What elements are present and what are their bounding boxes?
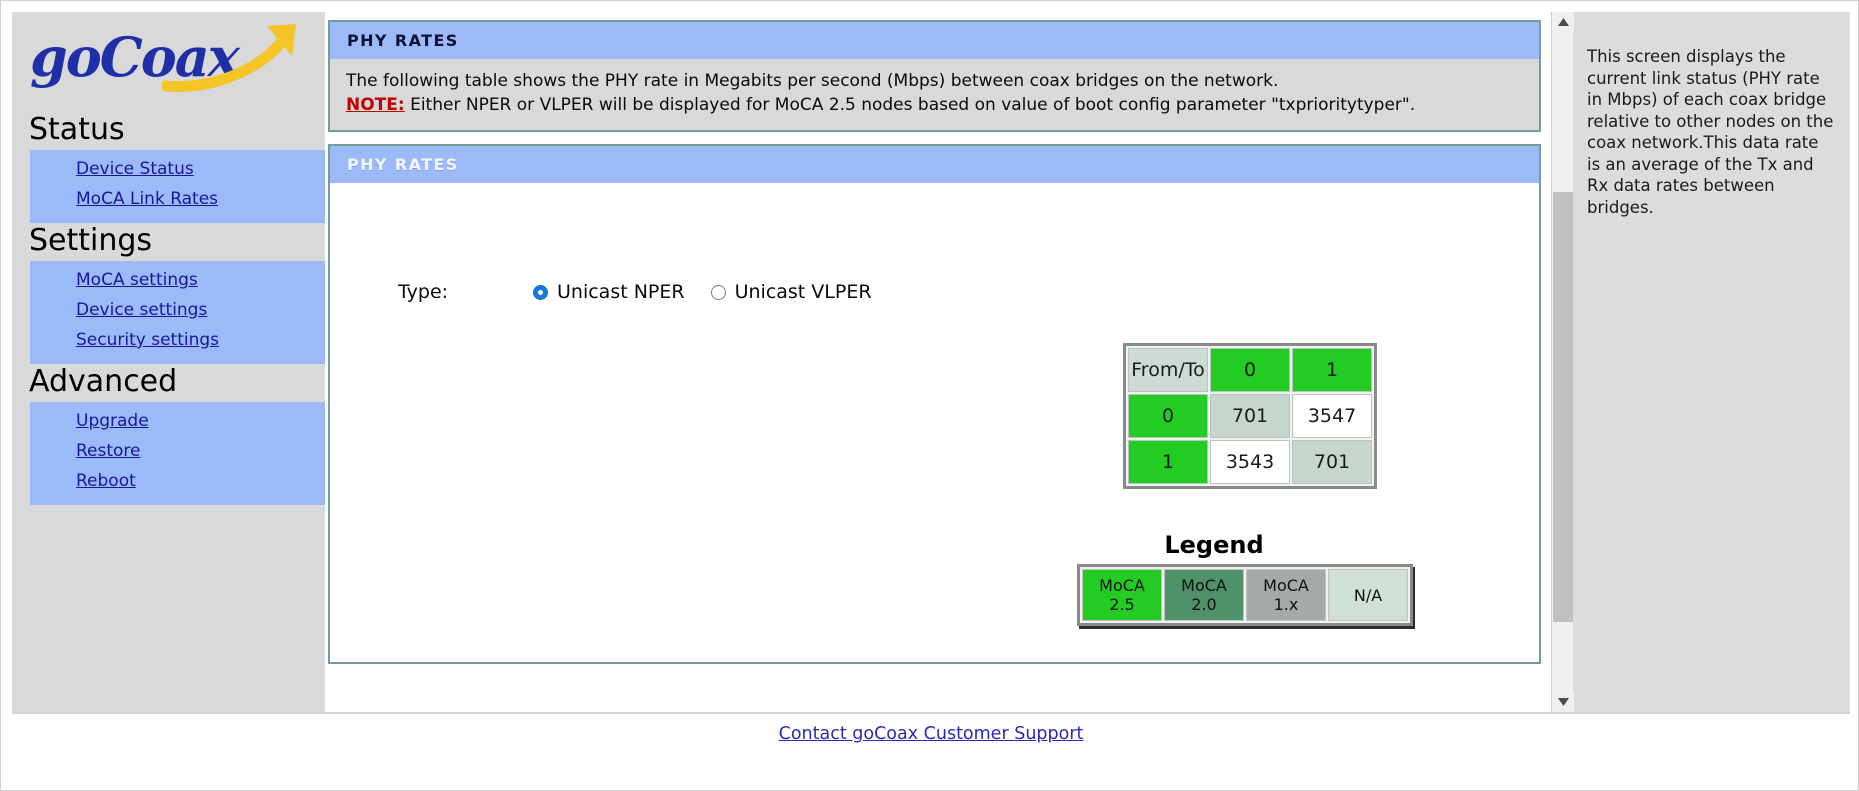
info-panel-body: The following table shows the PHY rate i… <box>330 59 1539 130</box>
scroll-up-button[interactable] <box>1552 12 1574 32</box>
brand-logo-text: goCoax <box>30 25 240 89</box>
rates-panel-body: Type: Unicast NPER Unicast VLPER From/To… <box>330 183 1539 661</box>
sidebar-item-device-settings[interactable]: Device settings <box>30 296 325 326</box>
info-panel: PHY RATES The following table shows the … <box>328 20 1541 132</box>
scrollbar-thumb[interactable] <box>1553 192 1573 622</box>
info-note-line: NOTE: Either NPER or VLPER will be displ… <box>346 93 1523 117</box>
scroll-down-button[interactable] <box>1552 692 1574 712</box>
info-line-1: The following table shows the PHY rate i… <box>346 71 1279 91</box>
matrix-row-header-0: 0 <box>1128 394 1208 438</box>
sidebar-section-settings: Settings <box>12 223 325 261</box>
rates-panel: PHY RATES Type: Unicast NPER Unicast VLP… <box>328 144 1541 664</box>
phy-rates-matrix: From/To 0 1 0 701 3547 1 3543 701 <box>1123 343 1377 489</box>
note-label: NOTE: <box>346 95 405 115</box>
help-text: This screen displays the current link st… <box>1587 47 1834 217</box>
sidebar-item-moca-link-rates[interactable]: MoCA Link Rates <box>30 185 325 215</box>
sidebar-item-reboot[interactable]: Reboot <box>30 467 325 497</box>
sidebar: goCoax Status Device Status MoCA Link Ra… <box>12 12 325 712</box>
table-row: 0 701 3547 <box>1128 394 1372 438</box>
rates-panel-title: PHY RATES <box>330 146 1539 183</box>
legend-item-moca-1x-line2: 1.x <box>1273 595 1299 614</box>
matrix-cell-0-1: 3547 <box>1292 394 1372 438</box>
radio-unicast-vlper[interactable]: Unicast VLPER <box>710 281 872 303</box>
main-content: PHY RATES The following table shows the … <box>325 12 1551 712</box>
sidebar-item-device-status[interactable]: Device Status <box>30 155 325 185</box>
legend-table: MoCA 2.5 MoCA 2.0 MoCA 1.x N/A <box>1077 564 1413 626</box>
triangle-down-icon <box>1557 698 1569 706</box>
legend-item-moca-20-line2: 2.0 <box>1191 595 1217 614</box>
triangle-up-icon <box>1557 18 1569 26</box>
sidebar-item-upgrade[interactable]: Upgrade <box>30 407 325 437</box>
sidebar-item-security-settings[interactable]: Security settings <box>30 326 325 356</box>
legend-item-na: N/A <box>1328 569 1408 621</box>
legend-item-moca-20-line1: MoCA <box>1181 576 1227 595</box>
vertical-scrollbar[interactable] <box>1551 12 1574 712</box>
radio-unicast-nper-label: Unicast NPER <box>557 281 685 303</box>
table-row-header: From/To 0 1 <box>1128 348 1372 392</box>
matrix-cell-1-0: 3543 <box>1210 440 1290 484</box>
sidebar-section-status: Status <box>12 112 325 150</box>
app-shell: goCoax Status Device Status MoCA Link Ra… <box>12 12 1850 713</box>
sidebar-item-restore[interactable]: Restore <box>30 437 325 467</box>
legend-item-moca-25-line2: 2.5 <box>1109 595 1135 614</box>
matrix-cell-0-0: 701 <box>1210 394 1290 438</box>
matrix-col-header-1: 1 <box>1292 348 1372 392</box>
radio-button-off-icon[interactable] <box>710 284 726 300</box>
type-selector-row: Type: Unicast NPER Unicast VLPER <box>398 281 898 303</box>
legend-item-moca-25-line1: MoCA <box>1099 576 1145 595</box>
matrix-col-header-0: 0 <box>1210 348 1290 392</box>
matrix-cell-1-1: 701 <box>1292 440 1372 484</box>
content-wrapper: PHY RATES The following table shows the … <box>325 12 1551 664</box>
footer: Contact goCoax Customer Support <box>12 713 1850 779</box>
legend-item-na-line1: N/A <box>1353 585 1383 605</box>
note-text: Either NPER or VLPER will be displayed f… <box>404 95 1416 115</box>
legend-item-moca-1x-line1: MoCA <box>1263 576 1309 595</box>
legend-row: MoCA 2.5 MoCA 2.0 MoCA 1.x N/A <box>1082 569 1408 621</box>
table-row: 1 3543 701 <box>1128 440 1372 484</box>
sidebar-group-settings: MoCA settings Device settings Security s… <box>30 261 325 364</box>
contact-support-link[interactable]: Contact goCoax Customer Support <box>779 724 1084 744</box>
legend-item-moca-1x: MoCA 1.x <box>1246 569 1326 621</box>
radio-unicast-nper[interactable]: Unicast NPER <box>533 281 685 303</box>
sidebar-group-advanced: Upgrade Restore Reboot <box>30 402 325 505</box>
legend-item-moca-25: MoCA 2.5 <box>1082 569 1162 621</box>
info-panel-title: PHY RATES <box>330 22 1539 59</box>
help-panel: This screen displays the current link st… <box>1573 12 1850 712</box>
legend-title: Legend <box>1164 531 1264 559</box>
matrix-corner-label: From/To <box>1128 348 1208 392</box>
sidebar-item-moca-settings[interactable]: MoCA settings <box>30 266 325 296</box>
page-root: goCoax Status Device Status MoCA Link Ra… <box>0 0 1859 791</box>
matrix-row-header-1: 1 <box>1128 440 1208 484</box>
brand-logo[interactable]: goCoax <box>12 12 325 112</box>
type-label: Type: <box>398 281 449 303</box>
radio-unicast-vlper-label: Unicast VLPER <box>734 281 872 303</box>
sidebar-group-status: Device Status MoCA Link Rates <box>30 150 325 223</box>
legend-item-moca-20: MoCA 2.0 <box>1164 569 1244 621</box>
sidebar-section-advanced: Advanced <box>12 364 325 402</box>
radio-button-on-icon[interactable] <box>533 284 548 300</box>
